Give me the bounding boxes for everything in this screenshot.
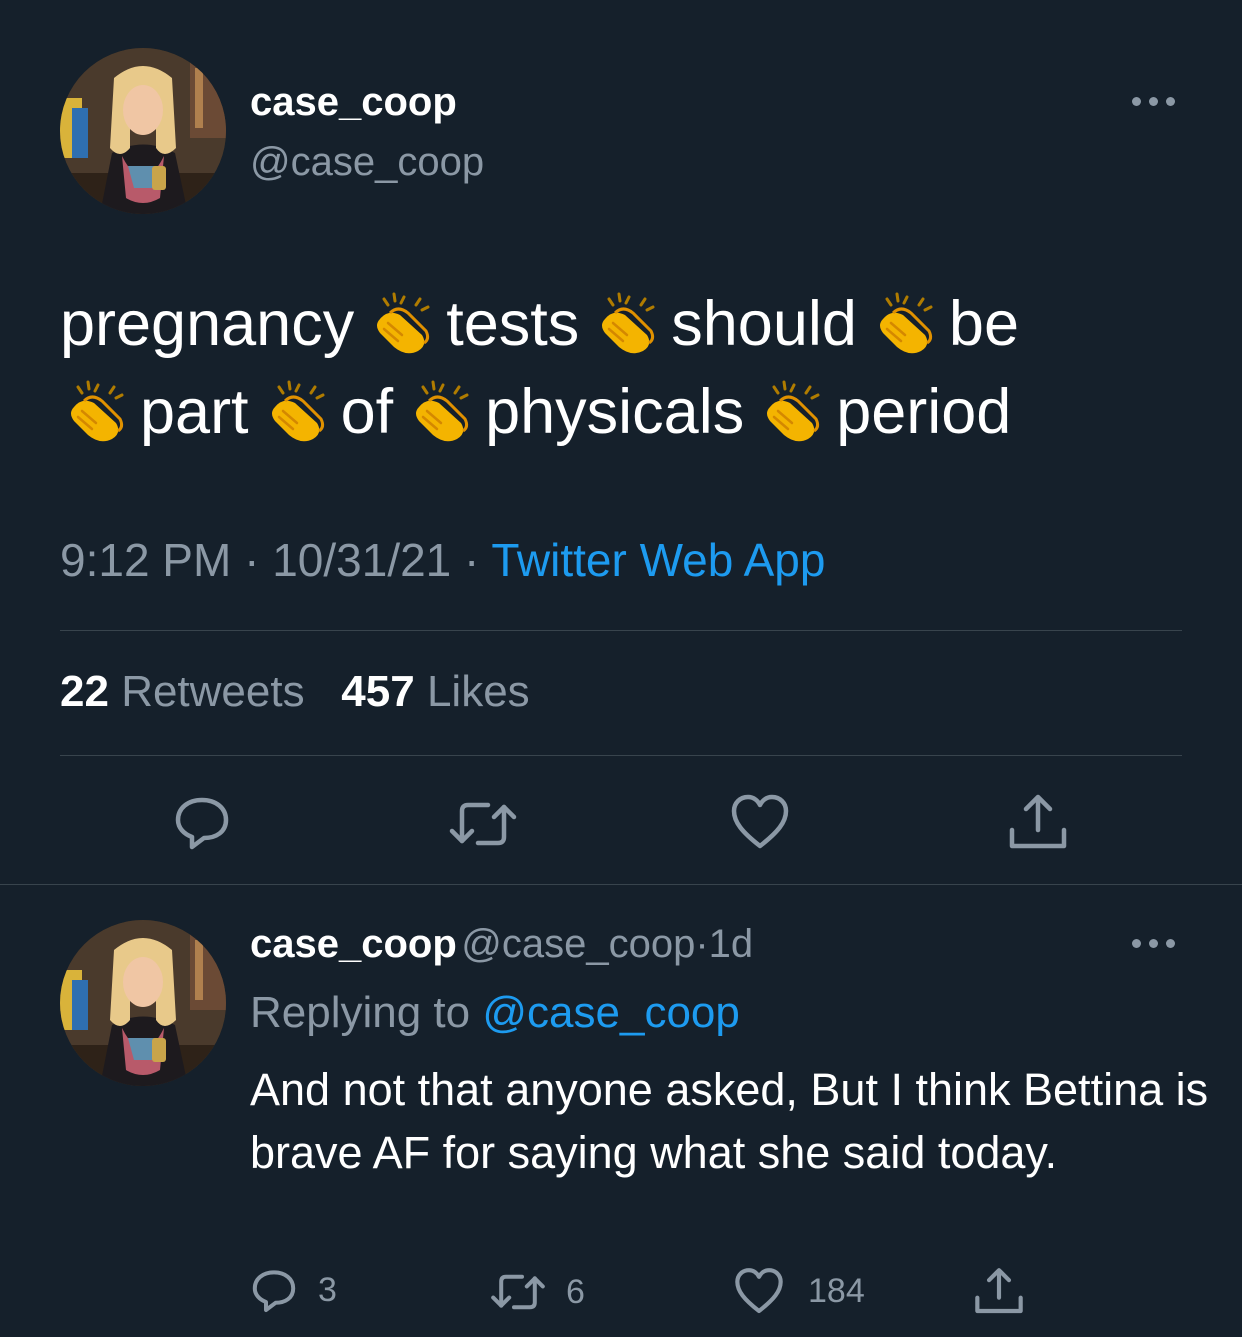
likes-stat[interactable]: 457 Likes xyxy=(341,667,529,716)
retweet-button[interactable] xyxy=(448,797,518,851)
reply-tweet-handle[interactable]: @case_coop xyxy=(461,922,695,966)
tweet-word: physicals xyxy=(485,377,745,447)
share-icon xyxy=(975,1268,1023,1314)
tweet-stats: 22 Retweets 457 Likes xyxy=(60,667,530,717)
main-tweet-handle[interactable]: @case_coop xyxy=(250,140,484,185)
more-icon[interactable] xyxy=(1132,94,1178,108)
reply-tweet-avatar[interactable] xyxy=(60,920,226,1086)
tweet-word: be xyxy=(948,289,1019,359)
like-icon xyxy=(731,794,789,849)
tweet-word: part xyxy=(140,377,249,447)
tweet-source-link[interactable]: Twitter Web App xyxy=(491,534,825,586)
like-button[interactable] xyxy=(730,792,790,852)
share-button[interactable] xyxy=(1008,792,1068,852)
retweet-button[interactable]: 6 xyxy=(490,1270,585,1314)
divider xyxy=(0,884,1242,885)
tweet-time[interactable]: 9:12 PM xyxy=(60,534,231,586)
reply-button[interactable]: 3 xyxy=(250,1266,337,1314)
retweet-icon xyxy=(449,802,517,846)
retweet-icon xyxy=(491,1274,545,1310)
reply-button[interactable] xyxy=(172,792,232,852)
share-button[interactable] xyxy=(974,1266,1024,1316)
tweet-word: pregnancy xyxy=(60,289,355,359)
tweet-word: period xyxy=(836,377,1012,447)
separator: · xyxy=(695,922,709,966)
separator: · xyxy=(244,534,260,586)
like-button[interactable]: 184 xyxy=(734,1266,865,1316)
clapping-hands-icon xyxy=(271,380,325,442)
like-count: 457 xyxy=(341,667,415,716)
reply-tweet-age[interactable]: 1d xyxy=(709,922,754,966)
clapping-hands-icon xyxy=(377,292,430,354)
retweets-stat[interactable]: 22 Retweets xyxy=(60,667,305,716)
tweet-word: of xyxy=(340,377,394,447)
clapping-hands-icon xyxy=(879,292,933,354)
retweet-label: Retweets xyxy=(121,667,305,716)
clapping-hands-icon xyxy=(416,380,469,442)
divider xyxy=(60,755,1182,756)
like-label: Likes xyxy=(426,667,530,716)
retweet-count: 22 xyxy=(60,667,109,716)
replying-to-label: Replying to xyxy=(250,988,471,1037)
like-count: 184 xyxy=(808,1271,865,1310)
share-icon xyxy=(1009,794,1067,849)
clapping-hands-icon xyxy=(602,292,655,354)
reply-count: 3 xyxy=(318,1270,337,1309)
more-icon[interactable] xyxy=(1132,936,1178,950)
reply-tweet-display-name[interactable]: case_coop xyxy=(250,922,457,966)
tweet-word: tests xyxy=(446,289,580,359)
main-tweet-text: pregnancy tests should be part of physicals per… xyxy=(60,280,1200,456)
like-icon xyxy=(735,1268,783,1314)
main-tweet-avatar[interactable] xyxy=(60,48,226,214)
reply-tweet-text: And not that anyone asked, But I think B… xyxy=(250,1064,1209,1178)
tweet-date[interactable]: 10/31/21 xyxy=(272,534,451,586)
clapping-hands-icon xyxy=(71,380,124,442)
replying-to-line: Replying to @case_coop xyxy=(250,988,740,1038)
divider xyxy=(60,630,1182,631)
reply-tweet-header: case_coop @case_coop·1d xyxy=(250,922,753,967)
reply-icon xyxy=(175,797,229,850)
reply-icon xyxy=(252,1270,296,1312)
tweet-word: should xyxy=(671,289,857,359)
replying-to-mention[interactable]: @case_coop xyxy=(482,988,740,1037)
separator: · xyxy=(464,534,480,586)
clapping-hands-icon xyxy=(767,380,820,442)
tweet-meta: 9:12 PM · 10/31/21 · Twitter Web App xyxy=(60,533,825,587)
main-tweet-display-name[interactable]: case_coop xyxy=(250,80,457,125)
retweet-count: 6 xyxy=(566,1272,585,1311)
